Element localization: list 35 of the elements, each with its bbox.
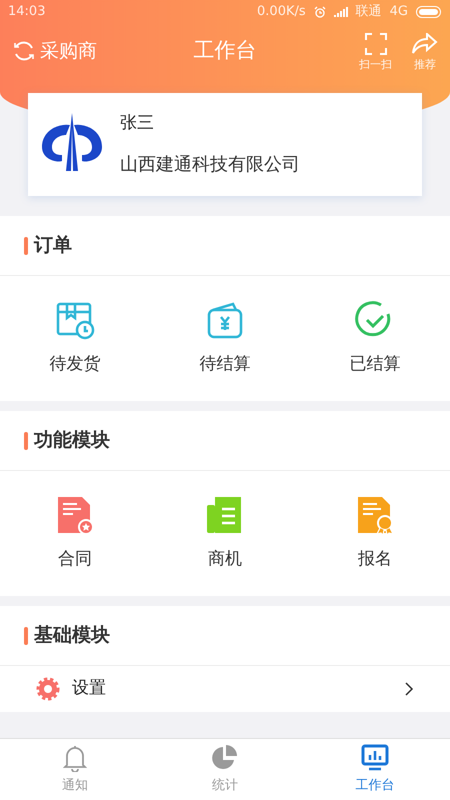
document-star-icon [55, 494, 95, 535]
bar-chart-board-icon [361, 744, 389, 772]
scan-frame-icon [364, 32, 386, 54]
module-item[interactable]: 已结算 [300, 300, 450, 378]
bell-icon [61, 744, 89, 772]
tab[interactable]: 工作台 [300, 739, 450, 800]
gear-icon [36, 677, 60, 701]
user-name: 张三 [120, 112, 155, 136]
section-accent-bar [24, 236, 28, 254]
certificate-icon [355, 494, 395, 535]
page-title: 工作台 [194, 37, 256, 64]
section-title: 订单 [34, 233, 72, 258]
carrier-name: 联通 [356, 3, 382, 22]
module-item[interactable]: 待发货 [0, 300, 150, 378]
module-item[interactable]: 合同 [0, 494, 150, 572]
wallet-icon [205, 300, 245, 340]
section-accent-bar [24, 626, 28, 644]
share-arrow-icon [412, 32, 438, 54]
module-item[interactable]: 报名 [300, 494, 450, 572]
signal-icon [334, 7, 348, 17]
module-item[interactable]: 商机 [150, 494, 300, 572]
pie-chart-icon [211, 744, 239, 772]
section-title: 基础模块 [34, 623, 110, 648]
company-name: 山西建通科技有限公司 [120, 152, 300, 177]
section-accent-bar [24, 432, 28, 450]
section-title: 功能模块 [34, 428, 110, 454]
alarm-icon [314, 6, 326, 18]
network-type: 4G [390, 3, 408, 22]
battery-icon [416, 6, 442, 18]
chevron-right-icon [404, 682, 414, 696]
settings-row[interactable]: 设置 [0, 666, 450, 712]
module-item[interactable]: 待结算 [150, 300, 300, 378]
status-time: 14:03 [8, 3, 46, 22]
refresh-icon [12, 39, 36, 63]
network-speed: 0.00K/s [257, 3, 306, 22]
